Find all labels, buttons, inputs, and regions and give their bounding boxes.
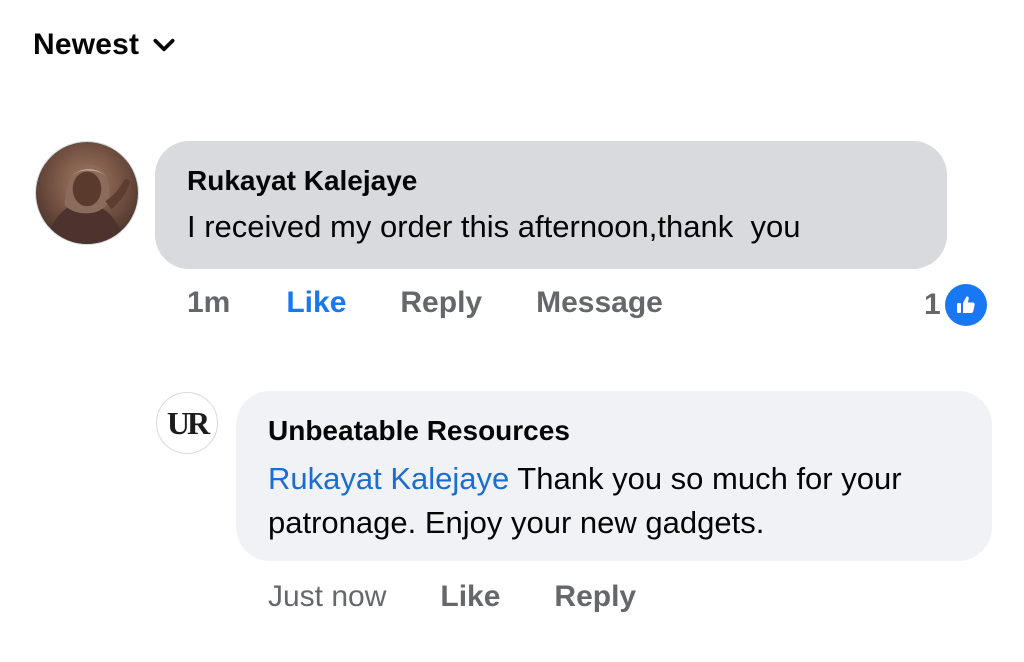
reaction-count: 1: [924, 288, 941, 321]
reply-timestamp[interactable]: Just now: [268, 580, 386, 614]
reply-actions: Just now Like Reply: [268, 580, 636, 614]
reply-author[interactable]: Unbeatable Resources: [268, 413, 960, 449]
comment-author[interactable]: Rukayat Kalejaye: [187, 163, 915, 199]
avatar[interactable]: [35, 141, 139, 245]
like-button[interactable]: Like: [286, 286, 346, 320]
comment-actions: 1m Like Reply Message: [187, 286, 663, 320]
sort-dropdown[interactable]: Newest: [33, 28, 177, 62]
comment-text: I received my order this afternoon,thank…: [187, 209, 801, 244]
thumbs-up-icon: [944, 284, 987, 326]
message-button[interactable]: Message: [536, 286, 663, 320]
chevron-down-icon: [153, 38, 175, 52]
profile-photo-icon: [36, 142, 138, 244]
mention-link[interactable]: Rukayat Kalejaye: [268, 461, 509, 496]
sort-label: Newest: [33, 28, 140, 61]
reply-button[interactable]: Reply: [400, 286, 482, 320]
page-logo: UR: [166, 404, 210, 441]
reaction-summary[interactable]: 1: [924, 284, 987, 326]
reply-like-button[interactable]: Like: [440, 580, 500, 614]
comment-bubble: Rukayat Kalejaye I received my order thi…: [155, 141, 947, 269]
reply-text-container: Rukayat Kalejaye Thank you so much for y…: [268, 457, 960, 545]
comment-timestamp[interactable]: 1m: [187, 286, 230, 320]
comments-panel: Newest Rukayat Kalejaye I received my or…: [0, 0, 1024, 662]
page-avatar[interactable]: UR: [156, 392, 218, 454]
reply-reply-button[interactable]: Reply: [554, 580, 636, 614]
reply-bubble: Unbeatable Resources Rukayat Kalejaye Th…: [236, 391, 992, 561]
